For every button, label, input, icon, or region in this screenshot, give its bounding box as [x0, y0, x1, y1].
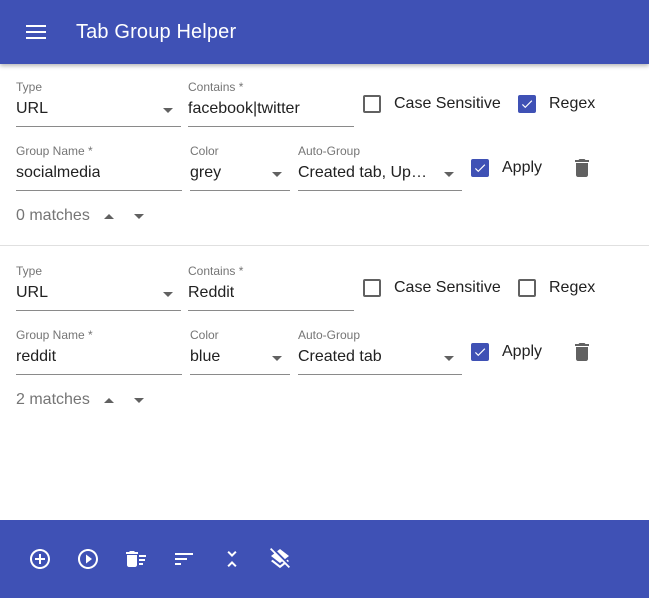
chevron-down-icon [272, 172, 282, 177]
auto-group-label: Auto-Group [298, 144, 361, 158]
matches-count: 0 matches [16, 207, 90, 224]
sort-icon [175, 553, 193, 565]
contains-input[interactable]: Contains * facebook|twitter [188, 80, 354, 128]
group-name-label: Group Name * [16, 328, 93, 342]
type-label: Type [16, 80, 43, 94]
color-label: Color [190, 328, 219, 342]
arrow-down-icon [133, 397, 144, 403]
color-select[interactable]: Color grey [190, 144, 290, 192]
checkbox-unchecked-icon [518, 279, 536, 297]
contains-label: Contains * [188, 80, 244, 94]
delete-rule-button[interactable] [570, 340, 594, 364]
contains-label: Contains * [188, 264, 244, 278]
auto-group-value: Created tab, Up… [298, 164, 427, 181]
regex-label: Regex [549, 279, 596, 296]
delete-groups-button[interactable] [124, 547, 148, 571]
case-sensitive-checkbox[interactable]: Case Sensitive [363, 279, 501, 297]
color-label: Color [190, 144, 219, 158]
case-sensitive-checkbox[interactable]: Case Sensitive [363, 95, 501, 113]
type-select[interactable]: Type URL [16, 264, 181, 312]
type-value: URL [16, 100, 49, 117]
matches-up-button[interactable] [94, 205, 124, 227]
group-name-value: socialmedia [16, 164, 101, 181]
contains-value: facebook|twitter [188, 100, 300, 117]
matches-row: 2 matches [16, 389, 154, 411]
checkbox-unchecked-icon [363, 95, 381, 113]
checkbox-checked-icon [518, 95, 536, 113]
arrow-up-icon [103, 213, 114, 219]
run-rules-button[interactable] [76, 547, 100, 571]
contains-input[interactable]: Contains * Reddit [188, 264, 354, 312]
checkbox-unchecked-icon [363, 279, 381, 297]
auto-group-select[interactable]: Auto-Group Created tab, Up… [298, 144, 462, 192]
contains-value: Reddit [188, 284, 235, 301]
group-name-input[interactable]: Group Name * reddit [16, 328, 182, 376]
group-name-label: Group Name * [16, 144, 93, 158]
chevron-down-icon [444, 172, 454, 177]
matches-row: 0 matches [16, 205, 154, 227]
regex-checkbox[interactable]: Regex [518, 95, 595, 113]
play-circle-icon [78, 549, 98, 569]
chevron-down-icon [163, 108, 173, 113]
app-title: Tab Group Helper [76, 20, 237, 43]
apply-label: Apply [502, 159, 543, 176]
trash-icon [575, 343, 589, 361]
delete-rule-button[interactable] [570, 156, 594, 180]
delete-sweep-icon [126, 551, 146, 567]
menu-icon [26, 25, 46, 39]
matches-up-button[interactable] [94, 389, 124, 411]
apply-checkbox[interactable]: Apply [471, 159, 542, 177]
auto-group-select[interactable]: Auto-Group Created tab [298, 328, 462, 376]
apply-label: Apply [502, 343, 543, 360]
layers-clear-icon [270, 548, 290, 569]
case-sensitive-label: Case Sensitive [394, 95, 501, 112]
group-name-input[interactable]: Group Name * socialmedia [16, 144, 182, 192]
arrow-up-icon [103, 397, 114, 403]
matches-down-button[interactable] [124, 389, 154, 411]
ungroup-all-button[interactable] [268, 547, 292, 571]
chevron-down-icon [272, 356, 282, 361]
add-circle-icon [30, 549, 50, 569]
rule-card: Type URL Contains * Reddit Case Sensitiv… [0, 248, 649, 430]
app-bar: Tab Group Helper [0, 0, 649, 64]
rule-card: Type URL Contains * facebook|twitter Cas… [0, 64, 649, 246]
chevron-down-icon [444, 356, 454, 361]
sort-button[interactable] [172, 547, 196, 571]
case-sensitive-label: Case Sensitive [394, 279, 501, 296]
matches-count: 2 matches [16, 391, 90, 408]
group-name-value: reddit [16, 348, 57, 365]
arrow-down-icon [133, 213, 144, 219]
color-select[interactable]: Color blue [190, 328, 290, 376]
type-value: URL [16, 284, 49, 301]
auto-group-label: Auto-Group [298, 328, 361, 342]
color-value: grey [190, 164, 222, 181]
regex-label: Regex [549, 95, 596, 112]
color-value: blue [190, 348, 221, 365]
apply-checkbox[interactable]: Apply [471, 343, 542, 361]
checkbox-checked-icon [471, 343, 489, 361]
auto-group-value: Created tab [298, 348, 382, 365]
regex-checkbox[interactable]: Regex [518, 279, 595, 297]
collapse-groups-button[interactable] [220, 547, 244, 571]
type-label: Type [16, 264, 43, 278]
checkbox-checked-icon [471, 159, 489, 177]
trash-icon [575, 159, 589, 177]
menu-button[interactable] [12, 8, 60, 56]
add-rule-button[interactable] [28, 547, 52, 571]
matches-down-button[interactable] [124, 205, 154, 227]
chevron-down-icon [163, 292, 173, 297]
collapse-icon [227, 551, 237, 567]
bottom-toolbar [0, 520, 649, 598]
type-select[interactable]: Type URL [16, 80, 181, 128]
